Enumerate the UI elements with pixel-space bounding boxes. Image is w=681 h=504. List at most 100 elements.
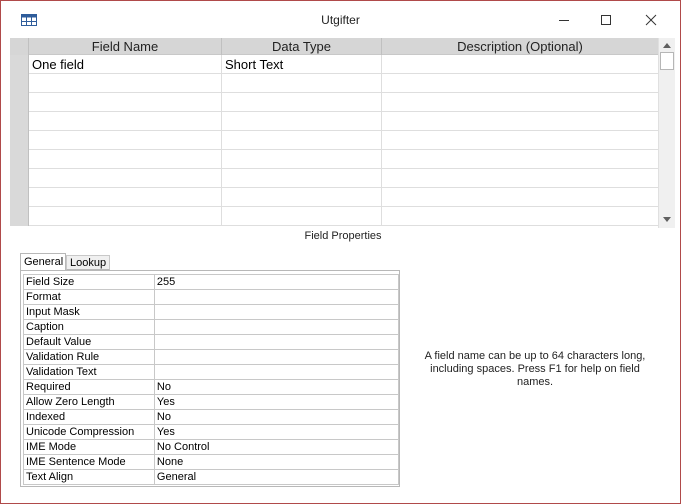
property-value[interactable]: No Control (153, 439, 400, 455)
field-name-cell[interactable] (29, 131, 222, 150)
property-row: Field Size 255 (23, 274, 400, 290)
data-type-cell[interactable] (222, 169, 382, 188)
description-cell[interactable] (382, 188, 658, 207)
column-header-description[interactable]: Description (Optional) (382, 38, 658, 55)
property-value[interactable]: None (153, 454, 400, 470)
tab-general[interactable]: General (20, 253, 66, 270)
row-selector[interactable] (10, 188, 29, 207)
property-value[interactable] (153, 334, 400, 350)
field-properties-panel: Field Size 255 Format Input Mask Caption … (20, 270, 400, 487)
field-name-cell[interactable] (29, 188, 222, 207)
minimize-button[interactable] (541, 7, 587, 33)
property-label: IME Mode (23, 439, 155, 455)
table-row (10, 74, 658, 93)
field-name-cell[interactable] (29, 74, 222, 93)
scroll-down-icon (663, 216, 671, 222)
property-label: Indexed (23, 409, 155, 425)
grid-vertical-scrollbar[interactable] (658, 38, 675, 228)
property-value[interactable]: No (153, 409, 400, 425)
property-value[interactable] (153, 289, 400, 305)
select-all-corner[interactable] (10, 38, 29, 55)
property-value[interactable] (153, 304, 400, 320)
data-type-cell[interactable] (222, 207, 382, 226)
property-row: Validation Rule (23, 349, 400, 365)
data-type-cell[interactable]: Short Text (222, 55, 382, 74)
property-row: Required No (23, 379, 400, 395)
row-selector[interactable] (10, 112, 29, 131)
description-cell[interactable] (382, 131, 658, 150)
property-value[interactable]: Yes (153, 394, 400, 410)
data-type-cell[interactable] (222, 112, 382, 131)
field-design-grid: Field Name Data Type Description (Option… (10, 38, 658, 228)
property-value[interactable]: No (153, 379, 400, 395)
description-cell[interactable] (382, 74, 658, 93)
property-value[interactable]: 255 (153, 274, 400, 290)
property-row: Format (23, 289, 400, 305)
table-row: One field Short Text (10, 55, 658, 74)
field-name-cell[interactable] (29, 150, 222, 169)
table-row (10, 188, 658, 207)
property-label: Default Value (23, 334, 155, 350)
property-label: Validation Rule (23, 349, 155, 365)
description-cell[interactable] (382, 169, 658, 188)
row-selector[interactable] (10, 150, 29, 169)
data-type-cell[interactable] (222, 93, 382, 112)
property-value[interactable]: Yes (153, 424, 400, 440)
grid-header: Field Name Data Type Description (Option… (10, 38, 658, 55)
property-value[interactable]: General (153, 469, 400, 485)
row-selector[interactable] (10, 74, 29, 93)
property-row: Default Value (23, 334, 400, 350)
table-row (10, 131, 658, 150)
field-name-cell[interactable]: One field (29, 55, 222, 74)
row-selector[interactable] (10, 169, 29, 188)
data-type-cell[interactable] (222, 131, 382, 150)
column-header-data-type[interactable]: Data Type (222, 38, 382, 55)
minimize-icon (559, 20, 569, 21)
property-label: Text Align (23, 469, 155, 485)
property-label: IME Sentence Mode (23, 454, 155, 470)
description-cell[interactable] (382, 207, 658, 226)
tab-lookup[interactable]: Lookup (66, 255, 110, 270)
property-row: Caption (23, 319, 400, 335)
title-bar: Utgifter (1, 1, 680, 37)
table-row (10, 207, 658, 226)
column-header-field-name[interactable]: Field Name (29, 38, 222, 55)
data-type-cell[interactable] (222, 74, 382, 93)
property-value[interactable] (153, 319, 400, 335)
maximize-icon (601, 15, 611, 25)
property-label: Caption (23, 319, 155, 335)
data-type-cell[interactable] (222, 150, 382, 169)
maximize-button[interactable] (583, 7, 629, 33)
description-cell[interactable] (382, 93, 658, 112)
properties-table: Field Size 255 Format Input Mask Caption … (23, 274, 400, 485)
property-row: Indexed No (23, 409, 400, 425)
property-row: Text Align General (23, 469, 400, 485)
field-name-cell[interactable] (29, 207, 222, 226)
data-type-cell[interactable] (222, 188, 382, 207)
row-selector[interactable] (10, 93, 29, 112)
scroll-down-button[interactable] (659, 212, 675, 226)
row-selector[interactable] (10, 207, 29, 226)
property-row: Validation Text (23, 364, 400, 380)
table-row (10, 112, 658, 131)
close-button[interactable] (628, 7, 674, 33)
property-row: Allow Zero Length Yes (23, 394, 400, 410)
scroll-up-button[interactable] (659, 38, 675, 52)
table-row (10, 150, 658, 169)
property-value[interactable] (153, 349, 400, 365)
property-label: Allow Zero Length (23, 394, 155, 410)
property-label: Field Size (23, 274, 155, 290)
scroll-up-icon (663, 42, 671, 48)
field-name-cell[interactable] (29, 93, 222, 112)
description-cell[interactable] (382, 55, 658, 74)
close-icon (645, 14, 657, 26)
description-cell[interactable] (382, 150, 658, 169)
property-label: Validation Text (23, 364, 155, 380)
row-selector[interactable] (10, 55, 29, 74)
description-cell[interactable] (382, 112, 658, 131)
property-value[interactable] (153, 364, 400, 380)
field-name-cell[interactable] (29, 112, 222, 131)
field-name-cell[interactable] (29, 169, 222, 188)
row-selector[interactable] (10, 131, 29, 150)
scroll-thumb[interactable] (660, 52, 674, 70)
